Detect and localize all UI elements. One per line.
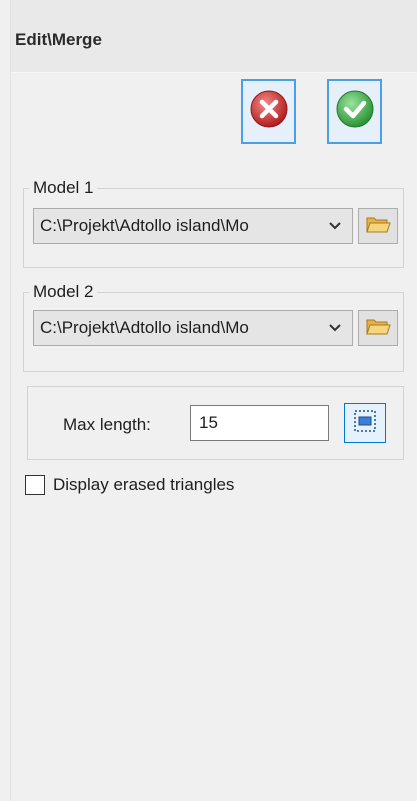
model1-path-dropdown[interactable]: C:\Projekt\Adtollo island\Mo <box>33 208 353 244</box>
model2-path-dropdown[interactable]: C:\Projekt\Adtollo island\Mo <box>33 310 353 346</box>
cancel-button[interactable] <box>241 79 296 144</box>
model2-browse-button[interactable] <box>358 310 398 346</box>
max-length-label: Max length: <box>63 415 151 434</box>
display-erased-checkbox[interactable] <box>25 475 45 495</box>
ok-button[interactable] <box>327 79 382 144</box>
model1-path-value: C:\Projekt\Adtollo island\Mo <box>40 216 249 235</box>
select-area-icon <box>353 409 377 438</box>
max-length-input[interactable]: 15 <box>190 405 329 441</box>
chevron-down-icon <box>326 209 344 243</box>
cancel-icon <box>249 89 289 134</box>
select-area-button[interactable] <box>344 403 386 443</box>
model2-legend: Model 2 <box>29 282 98 302</box>
model2-path-value: C:\Projekt\Adtollo island\Mo <box>40 318 249 337</box>
model1-legend: Model 1 <box>29 178 98 198</box>
folder-icon <box>365 213 391 240</box>
chevron-down-icon <box>326 311 344 345</box>
edit-merge-panel: Edit\Merge Model 1 C:\Projekt\Adtollo is… <box>10 0 417 801</box>
display-erased-label: Display erased triangles <box>53 475 235 494</box>
ok-icon <box>335 89 375 134</box>
folder-icon <box>365 315 391 342</box>
model1-browse-button[interactable] <box>358 208 398 244</box>
panel-header: Edit\Merge <box>11 0 417 73</box>
panel-title: Edit\Merge <box>15 30 102 49</box>
